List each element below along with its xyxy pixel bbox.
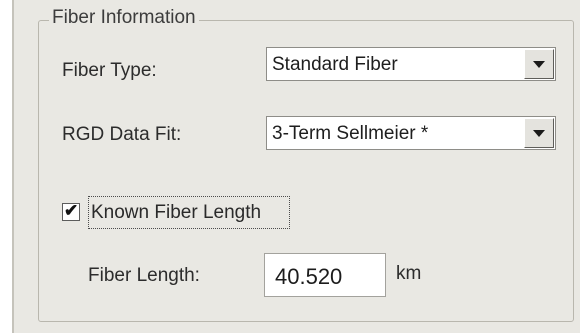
chevron-down-icon (533, 130, 545, 137)
rgd-data-fit-dropdown[interactable]: 3-Term Sellmeier * (266, 116, 556, 150)
fiber-type-label: Fiber Type: (62, 60, 157, 81)
fiber-type-dropdown[interactable]: Standard Fiber (266, 47, 556, 81)
settings-panel: Fiber Information Fiber Type: Standard F… (12, 0, 580, 333)
fiber-length-label: Fiber Length: (88, 265, 200, 286)
known-fiber-length-checkbox[interactable]: ✔ (62, 201, 80, 221)
known-fiber-length-label[interactable]: Known Fiber Length (88, 196, 290, 229)
checkmark-icon: ✔ (64, 201, 79, 220)
group-title: Fiber Information (49, 7, 199, 29)
rgd-data-fit-dropdown-button[interactable] (524, 118, 554, 148)
rgd-data-fit-label: RGD Data Fit: (62, 124, 182, 145)
fiber-length-unit: km (396, 263, 422, 284)
fiber-length-value: 40.520 (275, 264, 343, 289)
chevron-down-icon (533, 61, 545, 68)
fiber-length-input[interactable]: 40.520 (264, 253, 386, 297)
fiber-type-dropdown-button[interactable] (524, 49, 554, 79)
rgd-data-fit-value: 3-Term Sellmeier * (272, 123, 429, 144)
fiber-type-value: Standard Fiber (272, 54, 398, 75)
